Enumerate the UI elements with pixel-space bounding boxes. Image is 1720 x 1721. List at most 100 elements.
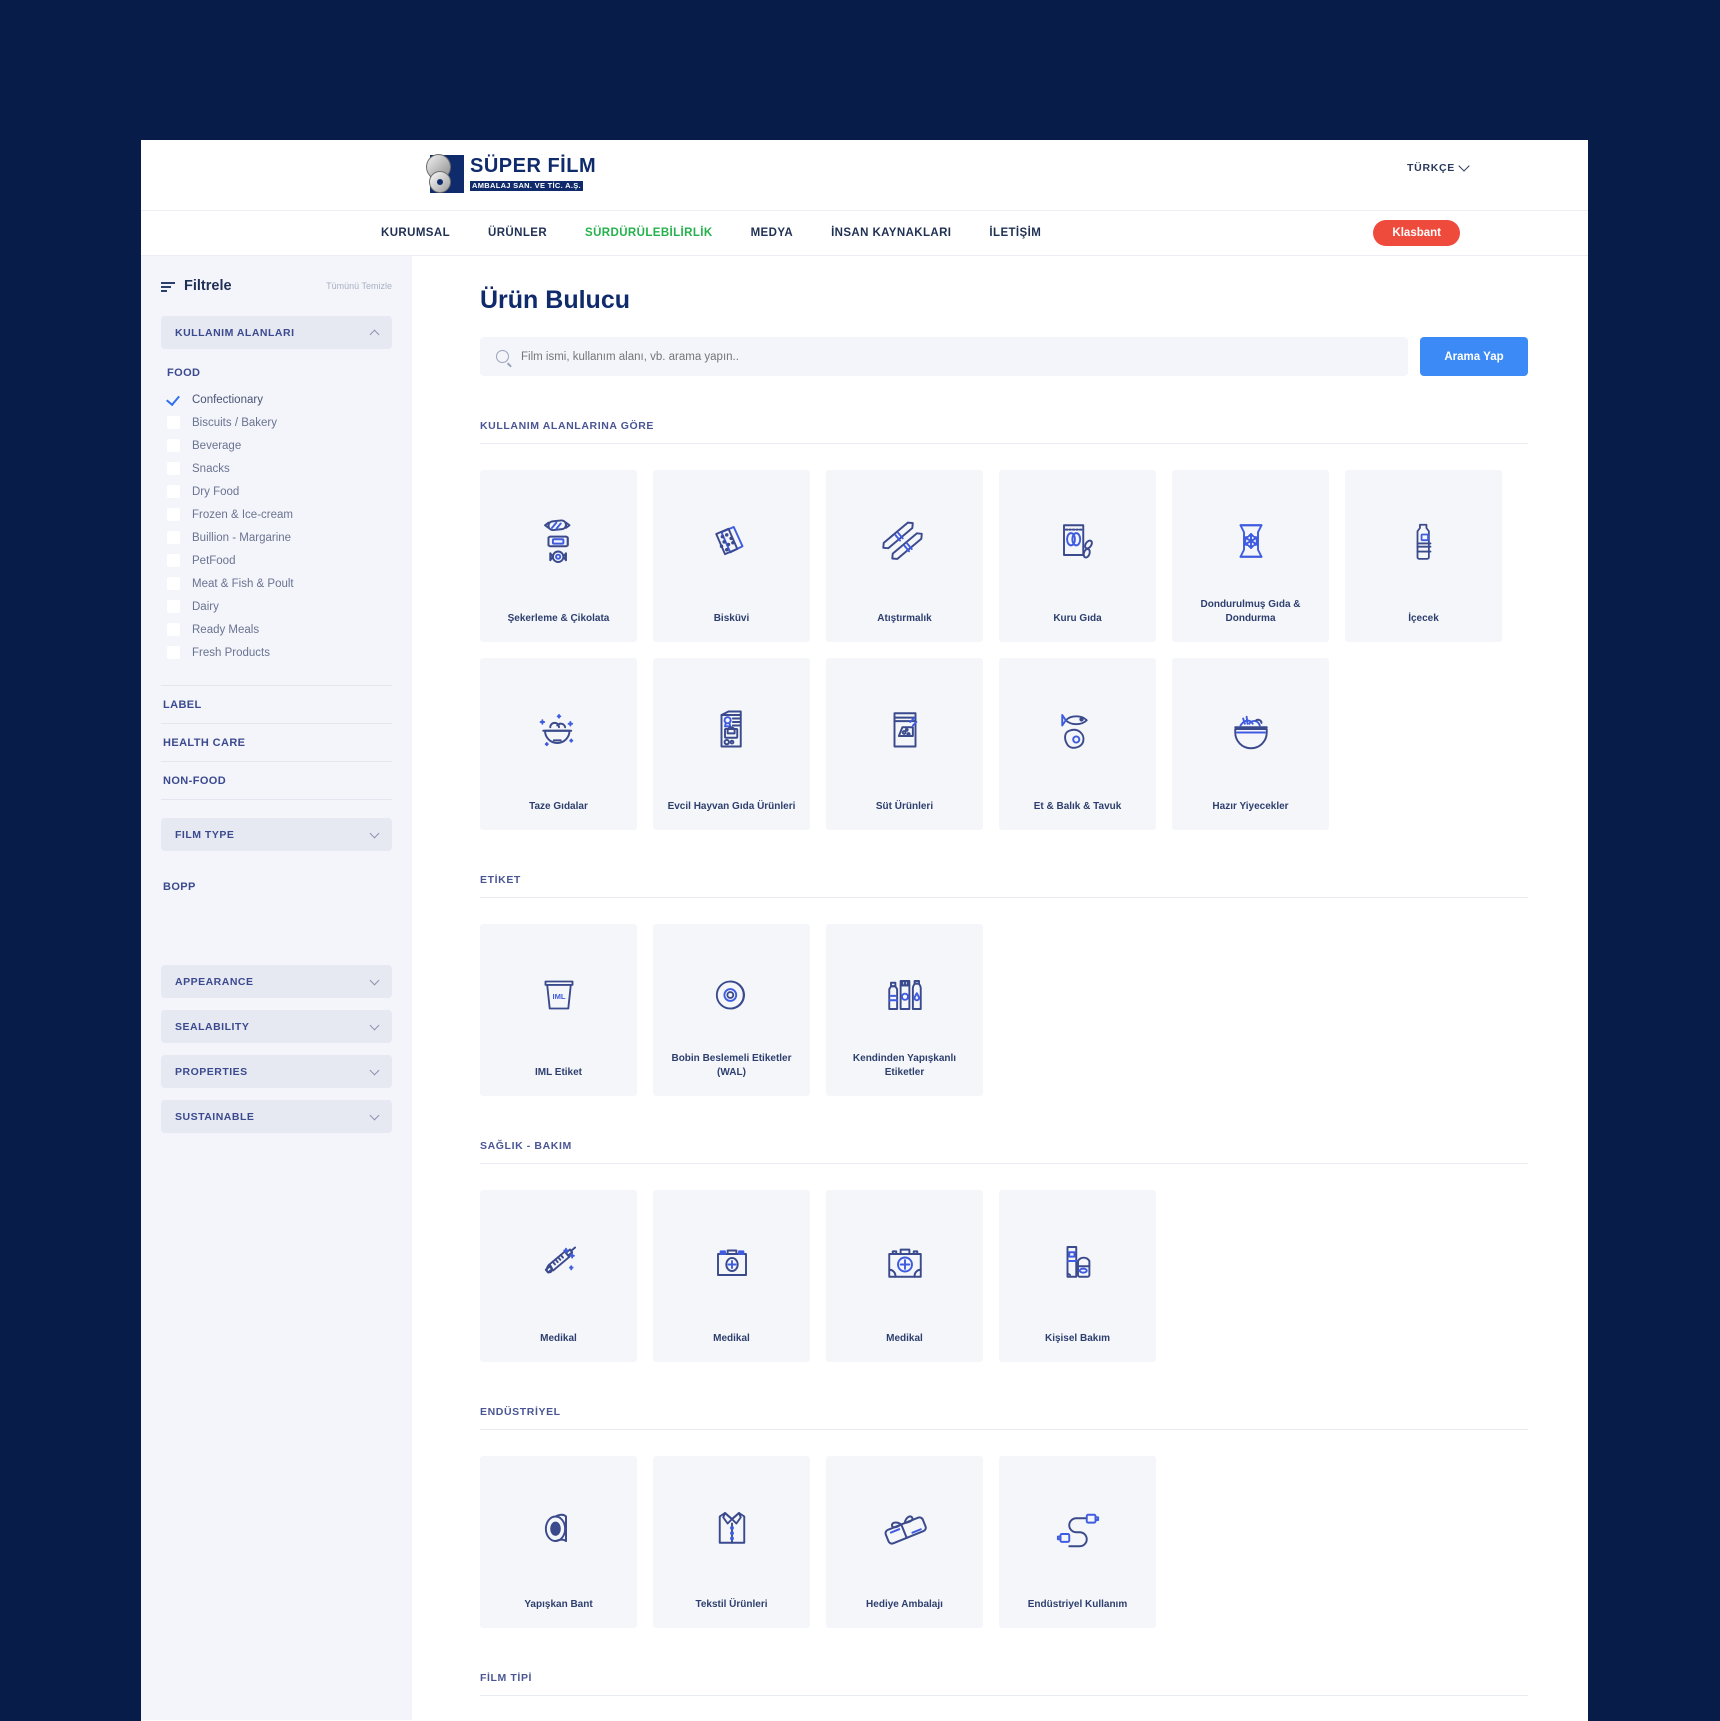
checkbox-icon[interactable] xyxy=(167,439,180,452)
clear-all-link[interactable]: Tümünü Temizle xyxy=(326,281,392,291)
search-icon xyxy=(496,350,509,363)
product-category-card[interactable]: Medikal xyxy=(826,1190,983,1362)
filter-checkbox-row[interactable]: Beverage xyxy=(161,439,392,452)
accordion-kullanim-alanlari[interactable]: KULLANIM ALANLARI xyxy=(161,316,392,349)
klasbant-button[interactable]: Klasbant xyxy=(1373,220,1460,246)
card-label: Kendinden Yapışkanlı Etiketler xyxy=(852,1053,957,1078)
nav-item-kurumsal[interactable]: KURUMSAL xyxy=(381,227,450,239)
product-category-card[interactable]: Bisküvi xyxy=(653,470,810,642)
language-selector[interactable]: TÜRKÇE xyxy=(1407,160,1470,174)
nav-item-ürünler[interactable]: ÜRÜNLER xyxy=(488,227,547,239)
accordion-sustainable[interactable]: SUSTAINABLE xyxy=(161,1100,392,1133)
product-category-card[interactable]: Bobin Beslemeli Etiketler (WAL) xyxy=(653,924,810,1096)
filter-checkbox-row[interactable]: Dry Food xyxy=(161,485,392,498)
nav-item-sürdürülebi̇li̇rli̇k[interactable]: SÜRDÜRÜLEBİLİRLİK xyxy=(585,227,713,239)
cheese-pack-icon xyxy=(877,696,933,762)
card-label: Kişisel Bakım xyxy=(1044,1333,1111,1344)
filter-section-label[interactable]: LABEL xyxy=(161,686,392,724)
filter-header: Filtrele Tümünü Temizle xyxy=(161,278,392,294)
product-category-card[interactable]: Kuru Gıda xyxy=(999,470,1156,642)
card-label: Yapışkan Bant xyxy=(524,1599,593,1610)
product-category-card[interactable]: Hediye Ambalajı xyxy=(826,1456,983,1628)
filter-icon xyxy=(161,281,175,292)
card-label: Hazır Yiyecekler xyxy=(1212,801,1289,812)
product-category-card[interactable]: Et & Balık & Tavuk xyxy=(999,658,1156,830)
filter-section-non-food[interactable]: NON-FOOD xyxy=(161,762,392,800)
logo-subtitle: AMBALAJ SAN. VE TİC. A.Ş. xyxy=(470,181,583,191)
cosmetics-icon xyxy=(1050,1228,1106,1294)
product-category-card[interactable]: Taze Gıdalar xyxy=(480,658,637,830)
filter-checkbox-row[interactable]: Buillion - Margarine xyxy=(161,531,392,544)
product-category-card[interactable]: IML IML Etiket xyxy=(480,924,637,1096)
filter-checkbox-row[interactable]: Biscuits / Bakery xyxy=(161,416,392,429)
checkbox-icon[interactable] xyxy=(167,416,180,429)
accordion-label: SUSTAINABLE xyxy=(175,1110,255,1123)
card-label: Hediye Ambalajı xyxy=(866,1599,943,1610)
checkbox-icon[interactable] xyxy=(167,646,180,659)
filter-label: Dry Food xyxy=(192,485,240,498)
product-category-card[interactable]: Şekerleme & Çikolata xyxy=(480,470,637,642)
filter-checkbox-row[interactable]: PetFood xyxy=(161,554,392,567)
filter-checkbox-row[interactable]: Ready Meals xyxy=(161,623,392,636)
product-category-card[interactable]: Tekstil Ürünleri xyxy=(653,1456,810,1628)
nav-item-medya[interactable]: MEDYA xyxy=(751,227,793,239)
product-category-card[interactable]: Yapışkan Bant xyxy=(480,1456,637,1628)
filter-section-health-care[interactable]: HEALTH CARE xyxy=(161,724,392,762)
filter-label: Biscuits / Bakery xyxy=(192,416,277,429)
card-label: İçecek xyxy=(1408,613,1439,624)
filter-checkbox-row[interactable]: Snacks xyxy=(161,462,392,475)
search-button[interactable]: Arama Yap xyxy=(1420,337,1528,376)
checkbox-icon[interactable] xyxy=(167,577,180,590)
checkbox-icon[interactable] xyxy=(167,623,180,636)
filter-item-bopp[interactable]: BOPP xyxy=(161,869,392,893)
checkbox-icon[interactable] xyxy=(167,508,180,521)
first-aid-box-icon xyxy=(704,1228,760,1294)
product-category-card[interactable]: Endüstriyel Kullanım xyxy=(999,1456,1156,1628)
filter-checkbox-row[interactable]: Fresh Products xyxy=(161,646,392,659)
filter-checkbox-row[interactable]: Meat & Fish & Poult xyxy=(161,577,392,590)
product-category-card[interactable]: İçecek xyxy=(1345,470,1502,642)
filter-checkbox-row[interactable]: Frozen & Ice-cream xyxy=(161,508,392,521)
search-input[interactable] xyxy=(521,350,1392,363)
group-label-food: FOOD xyxy=(167,367,201,379)
product-category-card[interactable]: Dondurulmuş Gıda & Dondurma xyxy=(1172,470,1329,642)
plain-filter-sections: LABEL HEALTH CARE NON-FOOD xyxy=(161,686,392,800)
nav-item-i̇nsan-kaynaklari[interactable]: İNSAN KAYNAKLARI xyxy=(831,227,951,239)
accordion-label: APPEARANCE xyxy=(175,975,254,988)
section-block: SAĞLIK - BAKIM Medikal Medikal Medikal K… xyxy=(480,1140,1528,1362)
card-label: Bisküvi xyxy=(713,613,750,624)
product-category-card[interactable]: Atıştırmalık xyxy=(826,470,983,642)
filter-label: PetFood xyxy=(192,554,236,567)
product-category-card[interactable]: Kendinden Yapışkanlı Etiketler xyxy=(826,924,983,1096)
search-box[interactable] xyxy=(480,337,1408,376)
product-category-card[interactable]: Hazır Yiyecekler xyxy=(1172,658,1329,830)
filter-checkbox-row[interactable]: Confectionary xyxy=(161,393,392,406)
accordion-film-type[interactable]: FILM TYPE xyxy=(161,818,392,851)
page-frame: SÜPER FİLM AMBALAJ SAN. VE TİC. A.Ş. TÜR… xyxy=(141,140,1588,1721)
checkbox-icon[interactable] xyxy=(167,485,180,498)
nav-item-i̇leti̇şi̇m[interactable]: İLETİŞİM xyxy=(989,227,1041,239)
product-category-card[interactable]: Evcil Hayvan Gıda Ürünleri xyxy=(653,658,810,830)
checkbox-icon[interactable] xyxy=(167,462,180,475)
checkmark-icon[interactable] xyxy=(167,393,180,406)
card-grid: IML IML Etiket Bobin Beslemeli Etiketler… xyxy=(480,924,1528,1096)
candy-icon xyxy=(531,508,587,574)
checkbox-icon[interactable] xyxy=(167,554,180,567)
card-grid: Şekerleme & Çikolata Bisküvi Atıştırmalı… xyxy=(480,470,1528,830)
product-category-card[interactable]: Süt Ürünleri xyxy=(826,658,983,830)
product-category-card[interactable]: Medikal xyxy=(653,1190,810,1362)
section-heading: KULLANIM ALANLARINA GÖRE xyxy=(480,420,1528,444)
accordion-properties[interactable]: PROPERTIES xyxy=(161,1055,392,1088)
accordion-sealability[interactable]: SEALABILITY xyxy=(161,1010,392,1043)
product-category-card[interactable]: Medikal xyxy=(480,1190,637,1362)
checkbox-icon[interactable] xyxy=(167,531,180,544)
accordion-label: SEALABILITY xyxy=(175,1020,250,1033)
accordion-appearance[interactable]: APPEARANCE xyxy=(161,965,392,998)
chevron-down-icon xyxy=(1458,160,1470,172)
product-category-card[interactable]: Kişisel Bakım xyxy=(999,1190,1156,1362)
filter-checkbox-row[interactable]: Dairy xyxy=(161,600,392,613)
site-logo[interactable]: SÜPER FİLM AMBALAJ SAN. VE TİC. A.Ş. xyxy=(426,153,596,195)
filter-label: Ready Meals xyxy=(192,623,260,636)
checkbox-icon[interactable] xyxy=(167,600,180,613)
card-label: Medikal xyxy=(886,1333,923,1344)
